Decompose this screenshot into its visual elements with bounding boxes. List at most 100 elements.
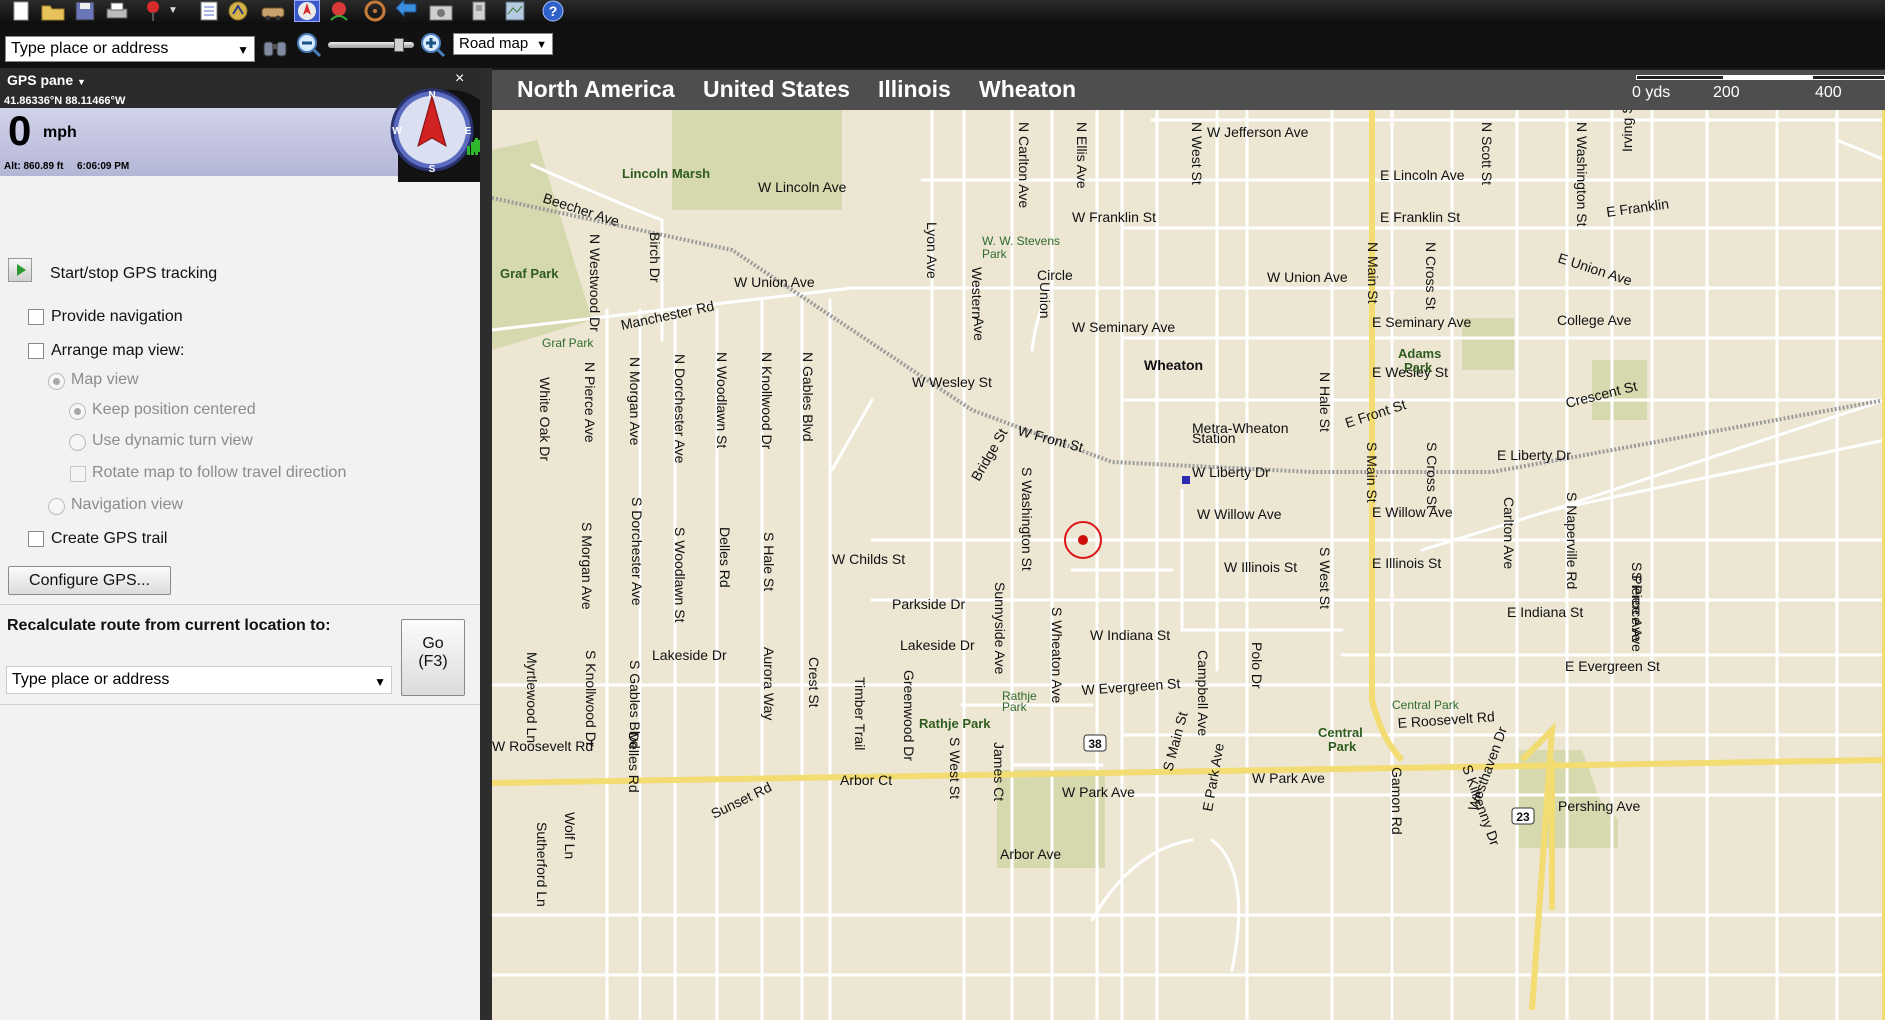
route-destination-input[interactable]: Type place or address [12,671,169,688]
map-view[interactable]: North America United States Illinois Whe… [492,70,1885,1020]
gps-icon[interactable] [294,0,320,22]
street-label: E Indiana St [1507,604,1583,620]
street-label: Greenwood Dr [901,670,917,761]
route-list-icon[interactable] [196,0,222,22]
street-label: S Hale St [761,532,777,591]
keep-position-centered-label[interactable]: Keep position centered [92,401,256,419]
provide-navigation-checkbox[interactable] [28,309,44,325]
train-station-icon [1182,476,1190,484]
street-label: Western [969,267,985,319]
chevron-down-icon: ▼ [77,77,86,87]
gps-pane-title-button[interactable]: GPS pane ▼ [7,72,86,88]
create-gps-trail-label[interactable]: Create GPS trail [51,530,167,548]
breadcrumb-country[interactable]: United States [703,76,850,103]
start-stop-gps-label[interactable]: Start/stop GPS tracking [50,265,217,283]
street-label: Campbell Ave [1195,650,1211,736]
compass-south-label: S [429,164,436,175]
zoom-out-icon[interactable] [296,32,322,65]
chevron-down-icon[interactable]: ▼ [536,35,547,55]
open-folder-icon[interactable] [40,0,66,22]
street-label: S Naperville Rd [1564,492,1580,589]
breadcrumb-state[interactable]: Illinois [878,76,951,103]
chevron-down-icon[interactable]: ▼ [374,669,386,695]
street-label: N West St [1189,122,1205,185]
street-label: N Pierce Ave [582,362,598,443]
speed-unit: mph [43,124,77,141]
new-file-icon[interactable] [8,0,34,22]
breadcrumb-continent[interactable]: North America [517,76,675,103]
arrange-map-view-checkbox[interactable] [28,343,44,359]
create-gps-trail-checkbox[interactable] [28,531,44,547]
zoom-slider-thumb[interactable] [394,38,404,52]
rotate-map-checkbox[interactable] [70,466,86,482]
help-icon[interactable]: ? [540,0,566,22]
pushpin-icon[interactable] [140,0,166,22]
street-label: S Main St [1364,442,1380,503]
compass: N E S W [376,82,480,182]
street-label: E Evergreen St [1565,658,1660,674]
rotate-map-label[interactable]: Rotate map to follow travel direction [92,464,346,482]
route-planner-icon[interactable] [225,0,251,22]
dynamic-turn-view-radio[interactable] [69,434,86,451]
breadcrumb-city[interactable]: Wheaton [979,76,1076,103]
pushpin-dropdown-icon[interactable]: ▼ [166,0,180,22]
back-arrow-icon[interactable] [394,0,420,22]
address-bar: Type place or address ▼ Road map ▼ [0,24,1885,68]
map-canvas[interactable]: 38 23 W Jefferson Ave W Lincoln Ave E Linc… [492,110,1885,1020]
park-small-label: Park [982,247,1008,261]
park-label: Adams [1398,346,1441,361]
park-small-label: W. W. Stevens [982,234,1060,248]
car-icon[interactable] [260,0,286,22]
steering-wheel-icon[interactable] [362,0,388,22]
navigation-view-label[interactable]: Navigation view [71,496,183,514]
provide-navigation-label[interactable]: Provide navigation [51,308,183,326]
zoom-in-icon[interactable] [420,32,446,65]
gps-pane: GPS pane ▼ × 41.86336°N 88.11466°W 0 mph… [0,68,480,1020]
street-label: Arbor Ct [840,772,892,788]
gps-trail-icon[interactable] [326,0,352,22]
save-icon[interactable] [72,0,98,22]
dynamic-turn-view-label[interactable]: Use dynamic turn view [92,432,253,450]
chevron-down-icon[interactable]: ▼ [237,38,249,62]
find-binoculars-icon[interactable] [262,34,288,67]
keep-position-centered-radio[interactable] [69,403,86,420]
arrange-map-view-label[interactable]: Arrange map view: [51,342,184,360]
street-label: S Morgan Ave [579,522,595,610]
street-label: E Illinois St [1372,555,1441,571]
zoom-slider[interactable] [328,38,414,52]
pane-splitter[interactable] [480,68,492,1020]
place-search-combo[interactable]: Type place or address ▼ [5,36,255,62]
park-label: Lincoln Marsh [622,166,710,181]
map-style-select[interactable]: Road map ▼ [453,33,553,55]
navigation-view-radio[interactable] [48,498,65,515]
configure-gps-button[interactable]: Configure GPS... [8,566,171,595]
street-label: Myrtlewood Ln [524,652,540,743]
main-toolbar: ▼ ? [0,0,1885,24]
print-icon[interactable] [104,0,130,22]
street-label: W Roosevelt Rd [492,738,593,754]
street-label: Sutherford Ln [534,822,550,907]
go-button[interactable]: Go (F3) [401,619,465,696]
sync-icon[interactable] [466,0,492,22]
gps-coordinates: 41.86336°N 88.11466°W [4,95,126,107]
park-label: Park [1404,360,1433,375]
start-stop-gps-button[interactable] [8,258,32,282]
street-label: N Morgan Ave [627,357,643,446]
camera-icon[interactable] [428,0,454,22]
street-label: W Jefferson Ave [1207,124,1309,140]
place-search-input[interactable]: Type place or address [11,40,168,57]
street-label: N Dorchester Ave [672,354,688,464]
map-view-label[interactable]: Map view [71,371,139,389]
route-destination-combo[interactable]: Type place or address ▼ [6,666,392,694]
street-label: Union [1037,282,1053,319]
gps-time: 6:06:09 PM [77,161,130,172]
street-label: College Ave [1557,312,1632,328]
street-label: W Franklin St [1072,209,1156,225]
map-book-icon[interactable] [502,0,528,22]
svg-text:?: ? [549,3,558,19]
svg-text:38: 38 [1088,737,1102,751]
street-label: Delles Rd [717,527,733,588]
park-label: Graf Park [500,266,559,281]
map-view-radio[interactable] [48,373,65,390]
street-label: W Union Ave [1267,269,1348,285]
